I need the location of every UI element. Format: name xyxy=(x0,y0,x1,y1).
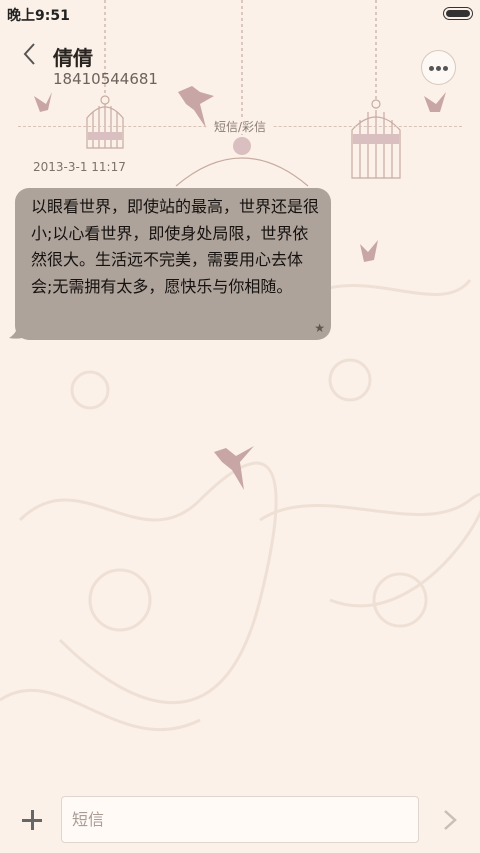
message-input[interactable] xyxy=(61,796,419,843)
star-icon: ★ xyxy=(314,321,325,335)
message-timestamp: 2013-3-1 11:17 xyxy=(33,160,126,174)
status-bar: 晚上9:51 xyxy=(0,0,480,28)
more-options-button[interactable] xyxy=(421,50,456,85)
message-type-text: 短信/彩信 xyxy=(207,120,273,134)
add-attachment-button[interactable] xyxy=(19,807,45,833)
back-button[interactable] xyxy=(16,40,44,68)
contact-name: 倩倩 xyxy=(53,46,93,70)
message-text: 以眼看世界，即使站的最高，世界还是很小;以心看世界，即使身处局限，世界依然很大。… xyxy=(31,197,320,296)
send-button[interactable] xyxy=(438,807,462,833)
message-bubble[interactable]: 以眼看世界，即使站的最高，世界还是很小;以心看世界，即使身处局限，世界依然很大。… xyxy=(15,188,331,340)
chevron-left-icon xyxy=(23,43,35,65)
send-arrow-icon xyxy=(444,810,457,830)
status-time: 晚上9:51 xyxy=(7,8,70,24)
battery-icon xyxy=(443,7,473,20)
contact-phone-number: 18410544681 xyxy=(53,70,158,88)
message-type-label: 短信/彩信 xyxy=(0,118,480,135)
